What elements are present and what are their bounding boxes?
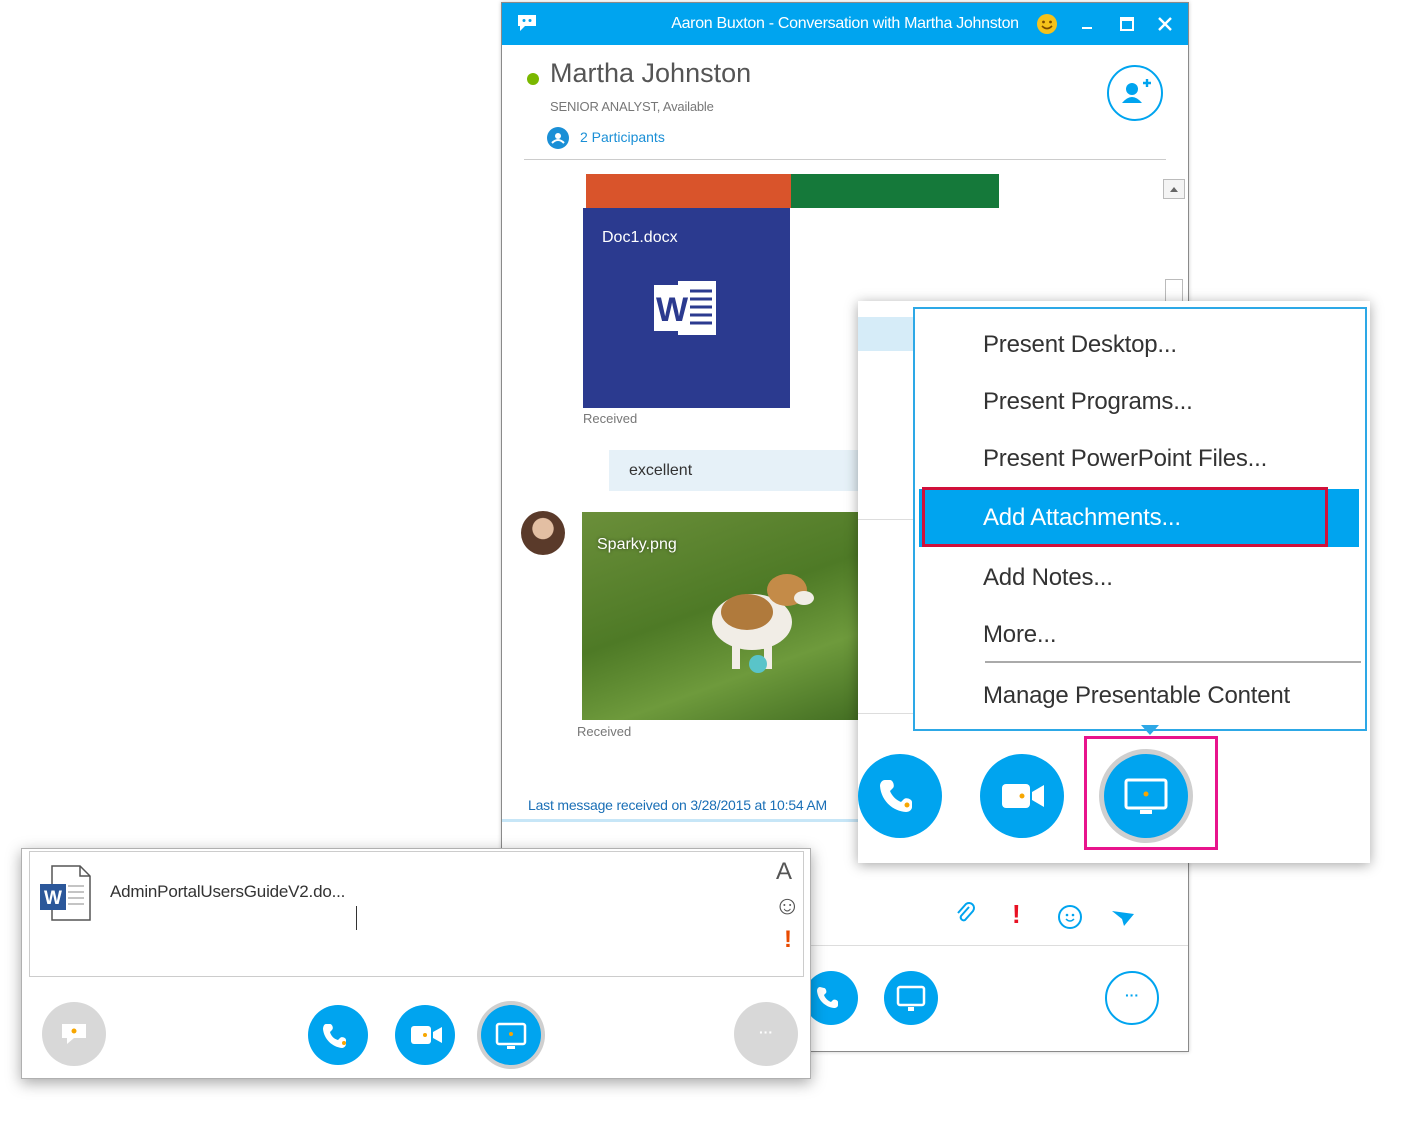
minimize-button[interactable] [1074, 11, 1100, 37]
important-icon[interactable]: ! [784, 926, 792, 954]
document-name: Doc1.docx [602, 229, 678, 246]
close-button[interactable] [1152, 11, 1178, 37]
present-button[interactable] [481, 1005, 541, 1065]
call-button[interactable] [308, 1005, 368, 1065]
present-button[interactable] [884, 971, 938, 1025]
sender-avatar [521, 511, 565, 555]
present-button-callout-box [1084, 736, 1218, 850]
text-caret [356, 906, 357, 930]
menu-item-label: Manage Presentable Content [983, 682, 1291, 709]
add-attachments-highlight [922, 487, 1328, 547]
menu-item-add-notes[interactable]: Add Notes... [917, 552, 1363, 604]
font-icon[interactable]: A [776, 858, 792, 886]
more-options-button[interactable]: ··· [734, 1002, 798, 1066]
menu-item-label: More... [983, 621, 1057, 648]
panel-divider-lower [858, 713, 914, 714]
svg-text:W: W [656, 291, 689, 329]
important-icon[interactable]: ! [1012, 899, 1021, 930]
video-call-button[interactable] [980, 754, 1064, 838]
menu-item-label: Present Desktop... [983, 331, 1177, 358]
word-doc-icon: W [650, 277, 722, 339]
photo-name: Sparky.png [597, 536, 677, 553]
scroll-up-button[interactable] [1163, 179, 1185, 199]
contact-subtitle: SENIOR ANALYST, Available [550, 99, 714, 114]
audio-call-button[interactable] [858, 754, 942, 838]
composer-window: W AdminPortalUsersGuideV2.do... A ☺ ! ··… [21, 848, 811, 1079]
header-divider [524, 159, 1166, 160]
more-options-button[interactable]: ··· [1105, 971, 1159, 1025]
menu-separator [985, 661, 1361, 663]
last-message-info: Last message received on 3/28/2015 at 10… [528, 797, 828, 813]
send-icon[interactable] [1110, 907, 1136, 927]
emoticon-icon[interactable] [1034, 11, 1060, 37]
chat-scrollbar[interactable] [1163, 175, 1185, 315]
menu-item-label: Present PowerPoint Files... [983, 445, 1268, 472]
menu-item-label: Add Notes... [983, 564, 1113, 591]
attachment-icon[interactable] [954, 901, 976, 927]
document-received-label: Received [583, 411, 638, 426]
emoji-icon[interactable]: ☺ [774, 890, 801, 921]
panel-highlight-strip [858, 317, 914, 351]
menu-item-present-powerpoint[interactable]: Present PowerPoint Files... [917, 433, 1363, 485]
menu-item-present-desktop[interactable]: Present Desktop... [917, 319, 1363, 371]
attachment-filename[interactable]: AdminPortalUsersGuideV2.do... [110, 882, 345, 902]
more-options-label: ··· [759, 1024, 773, 1040]
title-bar: Aaron Buxton - Conversation with Martha … [502, 3, 1188, 45]
menu-item-present-programs[interactable]: Present Programs... [917, 376, 1363, 428]
presence-status-icon [527, 73, 539, 85]
add-participant-button[interactable] [1107, 65, 1163, 121]
photo-received-label: Received [577, 724, 632, 739]
call-button[interactable] [804, 971, 858, 1025]
maximize-button[interactable] [1114, 11, 1140, 37]
menu-pointer [1141, 725, 1159, 735]
participants-icon[interactable] [547, 127, 569, 149]
message-text: excellent [629, 462, 693, 479]
menu-item-more[interactable]: More... [917, 609, 1363, 661]
more-options-label: ··· [1125, 987, 1139, 1003]
menu-item-manage-content[interactable]: Manage Presentable Content [917, 670, 1363, 722]
contact-name: Martha Johnston [550, 58, 752, 88]
doc-color-bar-green [791, 174, 999, 208]
video-button[interactable] [395, 1005, 455, 1065]
panel-divider [858, 519, 914, 520]
composer-input[interactable]: W AdminPortalUsersGuideV2.do... A ☺ ! [29, 851, 804, 977]
word-file-icon: W [38, 864, 94, 922]
doc-color-bar-orange [586, 174, 791, 208]
im-chat-button[interactable] [42, 1002, 106, 1066]
menu-item-label: Present Programs... [983, 388, 1193, 415]
participants-link[interactable]: 2 Participants [580, 129, 665, 145]
emoji-icon[interactable] [1058, 905, 1082, 929]
svg-text:W: W [44, 888, 62, 909]
